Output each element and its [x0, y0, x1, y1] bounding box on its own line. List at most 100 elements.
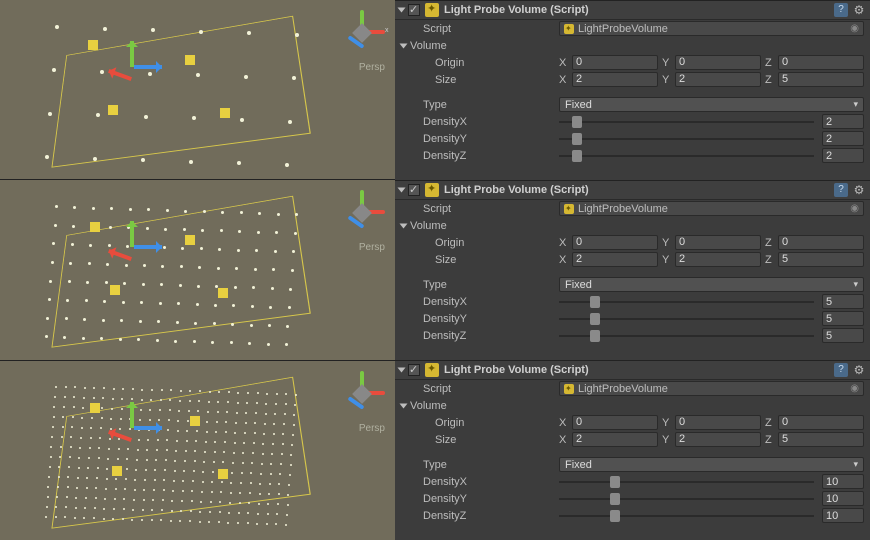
foldout-icon[interactable]: [400, 43, 408, 48]
origin-x-input[interactable]: 0: [572, 55, 658, 70]
foldout-icon[interactable]: [398, 8, 406, 13]
object-picker-icon[interactable]: ◉: [850, 203, 859, 214]
size-x-input[interactable]: 2: [572, 432, 658, 447]
origin-x-input[interactable]: 0: [572, 235, 658, 250]
type-dropdown[interactable]: Fixed: [559, 97, 864, 112]
origin-y-input[interactable]: 0: [675, 55, 761, 70]
object-picker-icon[interactable]: ◉: [850, 383, 859, 394]
slider-thumb[interactable]: [572, 116, 582, 128]
size-z-input[interactable]: 5: [778, 432, 864, 447]
size-x-input[interactable]: 2: [572, 72, 658, 87]
probe-points: [0, 0, 395, 179]
slider-thumb[interactable]: [610, 476, 620, 488]
slider-thumb[interactable]: [572, 133, 582, 145]
slider-thumb[interactable]: [590, 313, 600, 325]
foldout-icon[interactable]: [400, 403, 408, 408]
densityx-label: DensityX: [409, 296, 559, 308]
gizmo-y-icon: [130, 41, 134, 67]
gear-icon[interactable]: ⚙: [852, 363, 866, 377]
gear-icon[interactable]: ⚙: [852, 3, 866, 17]
slider-thumb[interactable]: [610, 510, 620, 522]
size-label: Size: [409, 434, 559, 446]
script-field[interactable]: LightProbeVolume ◉: [559, 381, 864, 396]
script-value: LightProbeVolume: [578, 203, 668, 215]
foldout-icon[interactable]: [400, 223, 408, 228]
densityx-value[interactable]: 5: [822, 294, 864, 309]
z-label: Z: [765, 237, 775, 249]
gear-icon[interactable]: ⚙: [852, 183, 866, 197]
origin-label: Origin: [409, 417, 559, 429]
origin-x-input[interactable]: 0: [572, 415, 658, 430]
size-x-input[interactable]: 2: [572, 252, 658, 267]
z-label: Z: [765, 254, 775, 266]
component-header[interactable]: Light Probe Volume (Script) ? ⚙: [395, 361, 870, 380]
foldout-icon[interactable]: [398, 368, 406, 373]
y-label: Y: [662, 57, 672, 69]
densityy-slider[interactable]: [559, 498, 814, 500]
densityz-slider[interactable]: [559, 515, 814, 517]
script-asset-icon: [564, 24, 574, 34]
origin-z-input[interactable]: 0: [778, 415, 864, 430]
slider-thumb[interactable]: [610, 493, 620, 505]
slider-thumb[interactable]: [590, 330, 600, 342]
densityx-slider[interactable]: [559, 121, 814, 123]
densityz-value[interactable]: 2: [822, 148, 864, 163]
component-header[interactable]: Light Probe Volume (Script) ? ⚙: [395, 181, 870, 200]
slider-thumb[interactable]: [572, 150, 582, 162]
densityy-slider[interactable]: [559, 138, 814, 140]
help-icon[interactable]: ?: [834, 363, 848, 377]
size-y-input[interactable]: 2: [675, 252, 761, 267]
origin-y-input[interactable]: 0: [675, 415, 761, 430]
size-y-input[interactable]: 2: [675, 72, 761, 87]
help-icon[interactable]: ?: [834, 183, 848, 197]
type-dropdown[interactable]: Fixed: [559, 457, 864, 472]
densityy-value[interactable]: 2: [822, 131, 864, 146]
densityy-value[interactable]: 10: [822, 491, 864, 506]
densityy-value[interactable]: 5: [822, 311, 864, 326]
component-title: Light Probe Volume (Script): [444, 184, 830, 196]
component-header[interactable]: Light Probe Volume (Script) ? ⚙: [395, 1, 870, 20]
densityz-value[interactable]: 5: [822, 328, 864, 343]
inspector-panel: Light Probe Volume (Script) ? ⚙ Script L…: [395, 0, 870, 180]
scene-viewport-3[interactable]: Persp: [0, 361, 395, 540]
size-z-input[interactable]: 5: [778, 72, 864, 87]
light-cube-icon: [88, 40, 98, 50]
light-cube-icon: [90, 403, 100, 413]
densityz-label: DensityZ: [409, 330, 559, 342]
light-cube-icon: [110, 285, 120, 295]
x-label: X: [559, 57, 569, 69]
densityz-value[interactable]: 10: [822, 508, 864, 523]
densityx-value[interactable]: 2: [822, 114, 864, 129]
slider-thumb[interactable]: [590, 296, 600, 308]
foldout-icon[interactable]: [398, 188, 406, 193]
densityx-value[interactable]: 10: [822, 474, 864, 489]
size-label: Size: [409, 74, 559, 86]
light-cube-icon: [108, 105, 118, 115]
enabled-checkbox[interactable]: [408, 184, 420, 196]
densityz-slider[interactable]: [559, 335, 814, 337]
origin-y-input[interactable]: 0: [675, 235, 761, 250]
script-field[interactable]: LightProbeVolume ◉: [559, 21, 864, 36]
origin-z-input[interactable]: 0: [778, 235, 864, 250]
script-label: Script: [409, 383, 559, 395]
script-component-icon: [425, 3, 439, 17]
origin-z-input[interactable]: 0: [778, 55, 864, 70]
densityy-slider[interactable]: [559, 318, 814, 320]
gizmo-y-icon: [130, 402, 134, 428]
size-y-input[interactable]: 2: [675, 432, 761, 447]
z-label: Z: [765, 57, 775, 69]
type-dropdown[interactable]: Fixed: [559, 277, 864, 292]
densityz-slider[interactable]: [559, 155, 814, 157]
size-z-input[interactable]: 5: [778, 252, 864, 267]
densityx-slider[interactable]: [559, 301, 814, 303]
help-icon[interactable]: ?: [834, 3, 848, 17]
enabled-checkbox[interactable]: [408, 4, 420, 16]
light-cube-icon: [190, 416, 200, 426]
densityx-slider[interactable]: [559, 481, 814, 483]
object-picker-icon[interactable]: ◉: [850, 23, 859, 34]
enabled-checkbox[interactable]: [408, 364, 420, 376]
scene-viewport-1[interactable]: x Persp: [0, 0, 395, 180]
script-field[interactable]: LightProbeVolume ◉: [559, 201, 864, 216]
scene-viewport-2[interactable]: Persp: [0, 180, 395, 360]
x-label: X: [559, 417, 569, 429]
